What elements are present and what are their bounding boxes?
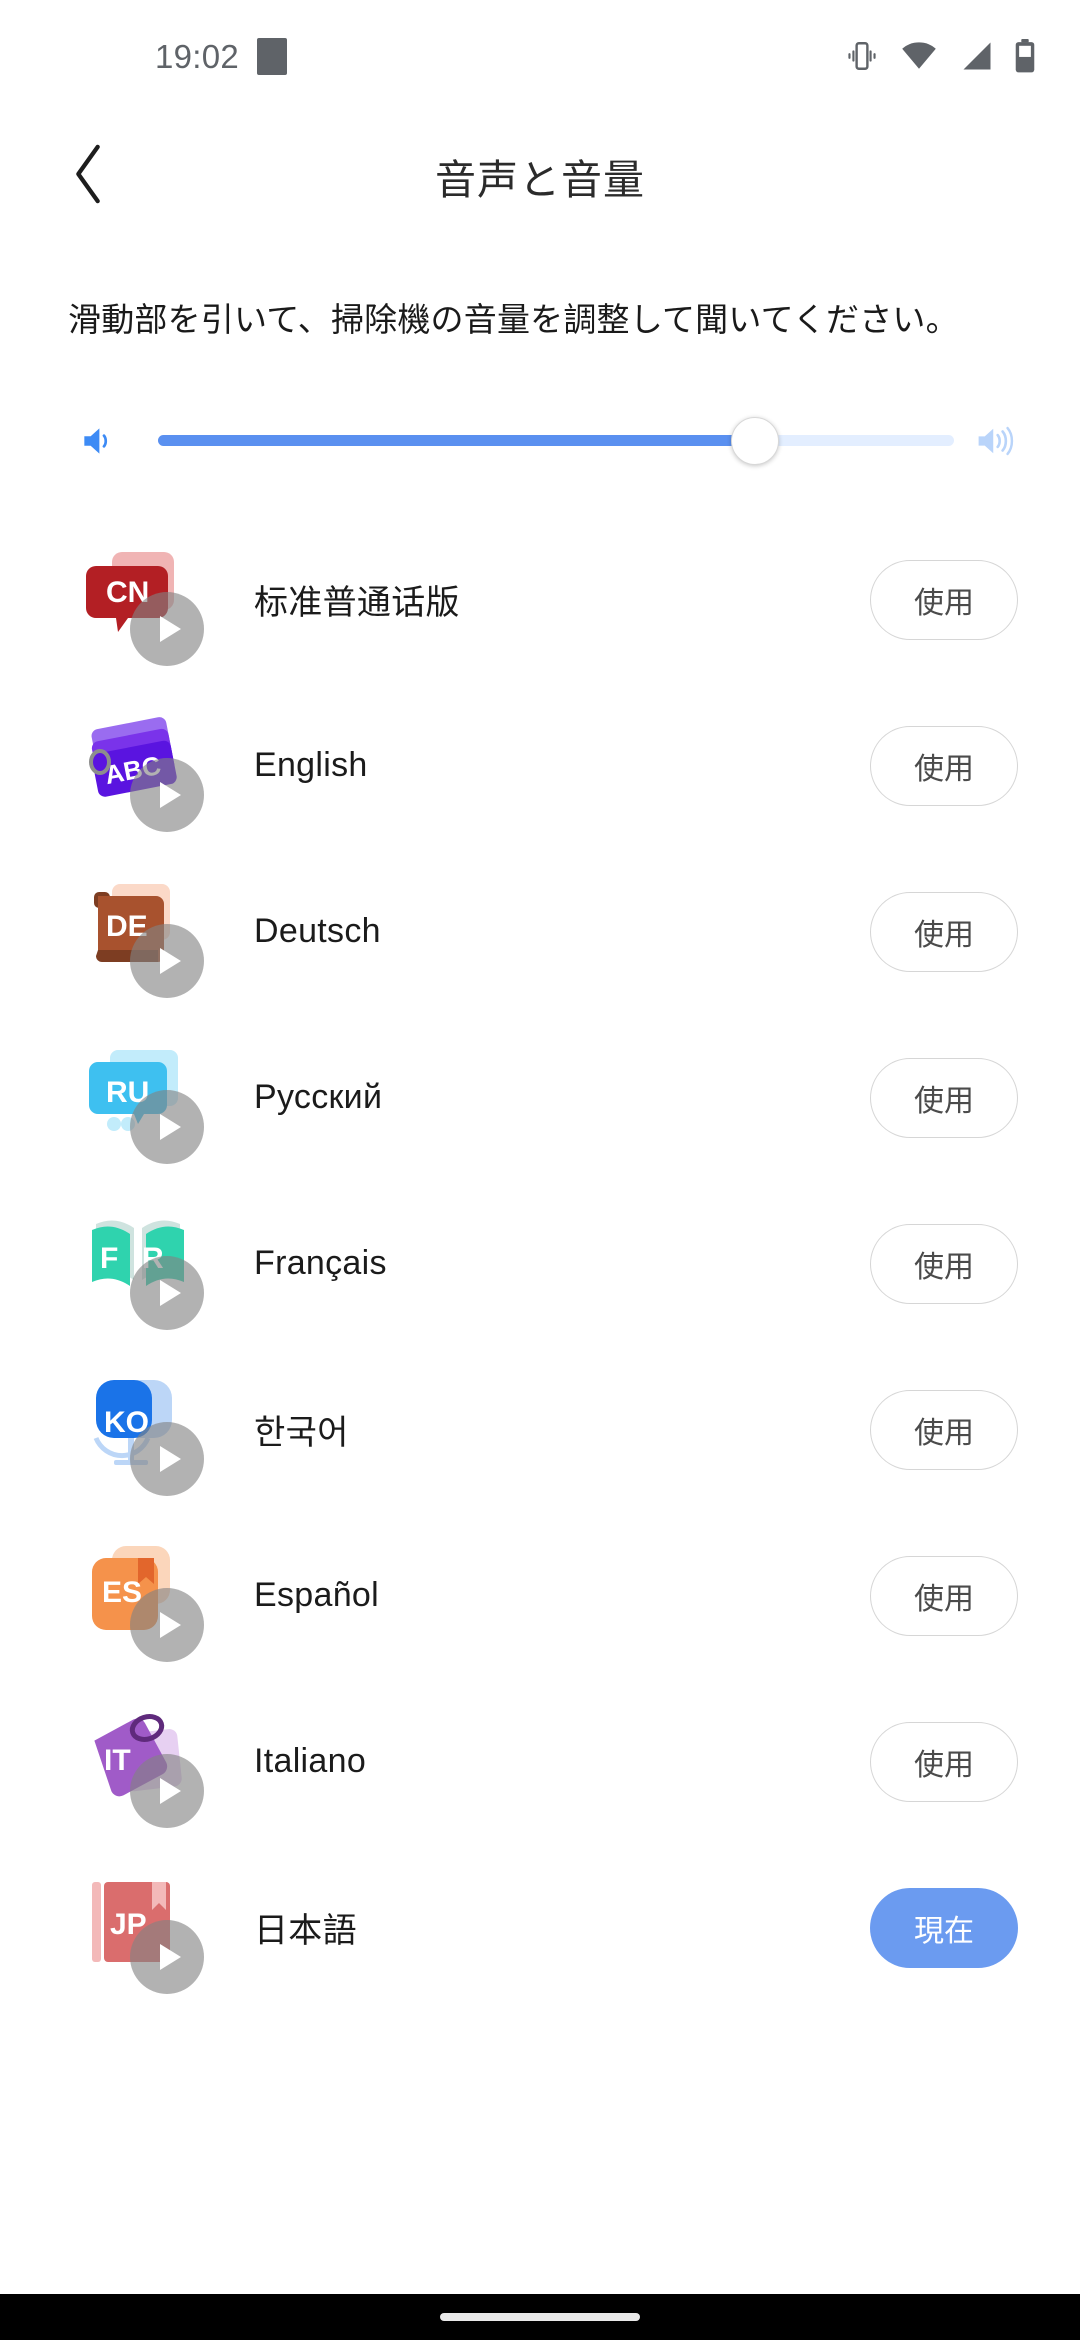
language-row-de[interactable]: DE Deutsch 使用 <box>0 849 1080 1015</box>
phone-screen: 19:02 音声と音量 滑動部を引いて、掃除機の音量を調整して聞いてください。 … <box>0 0 1080 2340</box>
language-label: 标准普通话版 <box>254 584 460 623</box>
play-triangle-icon <box>160 615 181 642</box>
language-row-cn[interactable]: CN 标准普通话版 使用 <box>0 517 1080 683</box>
play-triangle-icon <box>160 1611 181 1638</box>
language-label: Italiano <box>254 1742 367 1781</box>
play-icon[interactable] <box>130 1089 204 1164</box>
language-row-ru[interactable]: RU Русский 使用 <box>0 1015 1080 1181</box>
language-label: 한국어 <box>254 1414 349 1453</box>
svg-text:IT: IT <box>104 1744 131 1777</box>
language-icon-stack: KO <box>84 1376 204 1496</box>
play-icon[interactable] <box>130 1255 204 1330</box>
play-icon[interactable] <box>130 1421 204 1496</box>
language-label: English <box>254 746 368 785</box>
play-icon[interactable] <box>130 1753 204 1828</box>
language-icon-stack: ES <box>84 1542 204 1662</box>
status-bar-right <box>845 39 1036 73</box>
language-label: 日本語 <box>254 1912 357 1951</box>
current-button[interactable]: 現在 <box>870 1887 1018 1968</box>
play-icon[interactable] <box>130 1587 204 1662</box>
language-label: Français <box>254 1244 387 1283</box>
volume-high-icon <box>974 421 1014 461</box>
use-button[interactable]: 使用 <box>870 891 1018 972</box>
use-button[interactable]: 使用 <box>870 559 1018 640</box>
wifi-icon <box>901 41 937 71</box>
use-button[interactable]: 使用 <box>870 1223 1018 1304</box>
use-button[interactable]: 使用 <box>870 1555 1018 1636</box>
status-clock: 19:02 <box>155 37 240 75</box>
play-triangle-icon <box>160 1445 181 1472</box>
volume-low-icon <box>78 422 116 460</box>
use-button[interactable]: 使用 <box>870 1389 1018 1470</box>
svg-text:F: F <box>100 1242 118 1275</box>
back-chevron-icon <box>67 143 109 210</box>
language-icon-stack: ABC <box>84 712 204 832</box>
play-icon[interactable] <box>130 591 204 666</box>
volume-slider[interactable] <box>158 411 954 471</box>
system-nav-bar <box>0 2294 1080 2340</box>
language-icon-stack: F R <box>84 1210 204 1330</box>
play-triangle-icon <box>160 1113 181 1140</box>
home-indicator[interactable] <box>440 2313 640 2321</box>
app-bar: 音声と音量 <box>0 112 1080 240</box>
language-row-ko[interactable]: KO 한국어 使用 <box>0 1347 1080 1513</box>
play-icon[interactable] <box>130 923 204 998</box>
status-bar-left: 19:02 <box>155 37 288 75</box>
language-icon-stack: JP <box>84 1874 204 1994</box>
language-row-jp[interactable]: JP 日本語 現在 <box>0 1845 1080 2011</box>
play-triangle-icon <box>160 947 181 974</box>
page-title: 音声と音量 <box>435 157 645 203</box>
battery-icon <box>1014 39 1036 73</box>
language-label: Deutsch <box>254 912 381 951</box>
language-icon-stack: RU <box>84 1044 204 1164</box>
play-triangle-icon <box>160 1279 181 1306</box>
play-triangle-icon <box>160 1943 181 1970</box>
language-label: Русский <box>254 1078 383 1117</box>
slider-track-fill <box>158 435 755 447</box>
use-button[interactable]: 使用 <box>870 1057 1018 1138</box>
slider-thumb[interactable] <box>731 416 779 465</box>
use-button[interactable]: 使用 <box>870 1721 1018 1802</box>
language-row-es[interactable]: ES Español 使用 <box>0 1513 1080 1679</box>
language-icon-stack: CN <box>84 546 204 666</box>
instruction-text: 滑動部を引いて、掃除機の音量を調整して聞いてください。 <box>68 301 959 338</box>
use-button[interactable]: 使用 <box>870 725 1018 806</box>
vibrate-icon <box>845 39 879 73</box>
language-icon-stack: IT <box>84 1708 204 1828</box>
language-icon-stack: DE <box>84 878 204 998</box>
notification-placeholder-icon <box>257 37 288 75</box>
back-button[interactable] <box>40 128 136 224</box>
language-row-fr[interactable]: F R Français 使用 <box>0 1181 1080 1347</box>
language-row-it[interactable]: IT Italiano 使用 <box>0 1679 1080 1845</box>
status-bar: 19:02 <box>0 0 1080 112</box>
language-row-abc[interactable]: ABC English 使用 <box>0 683 1080 849</box>
play-triangle-icon <box>160 1777 181 1804</box>
play-triangle-icon <box>160 781 181 808</box>
language-list: CN 标准普通话版 使用 ABC English 使用 DE Deutsch 使用 R… <box>0 517 1080 2011</box>
play-icon[interactable] <box>130 757 204 832</box>
language-label: Español <box>254 1576 379 1615</box>
play-icon[interactable] <box>130 1919 204 1994</box>
cellular-signal-icon <box>959 41 992 71</box>
volume-slider-row <box>0 401 1080 481</box>
